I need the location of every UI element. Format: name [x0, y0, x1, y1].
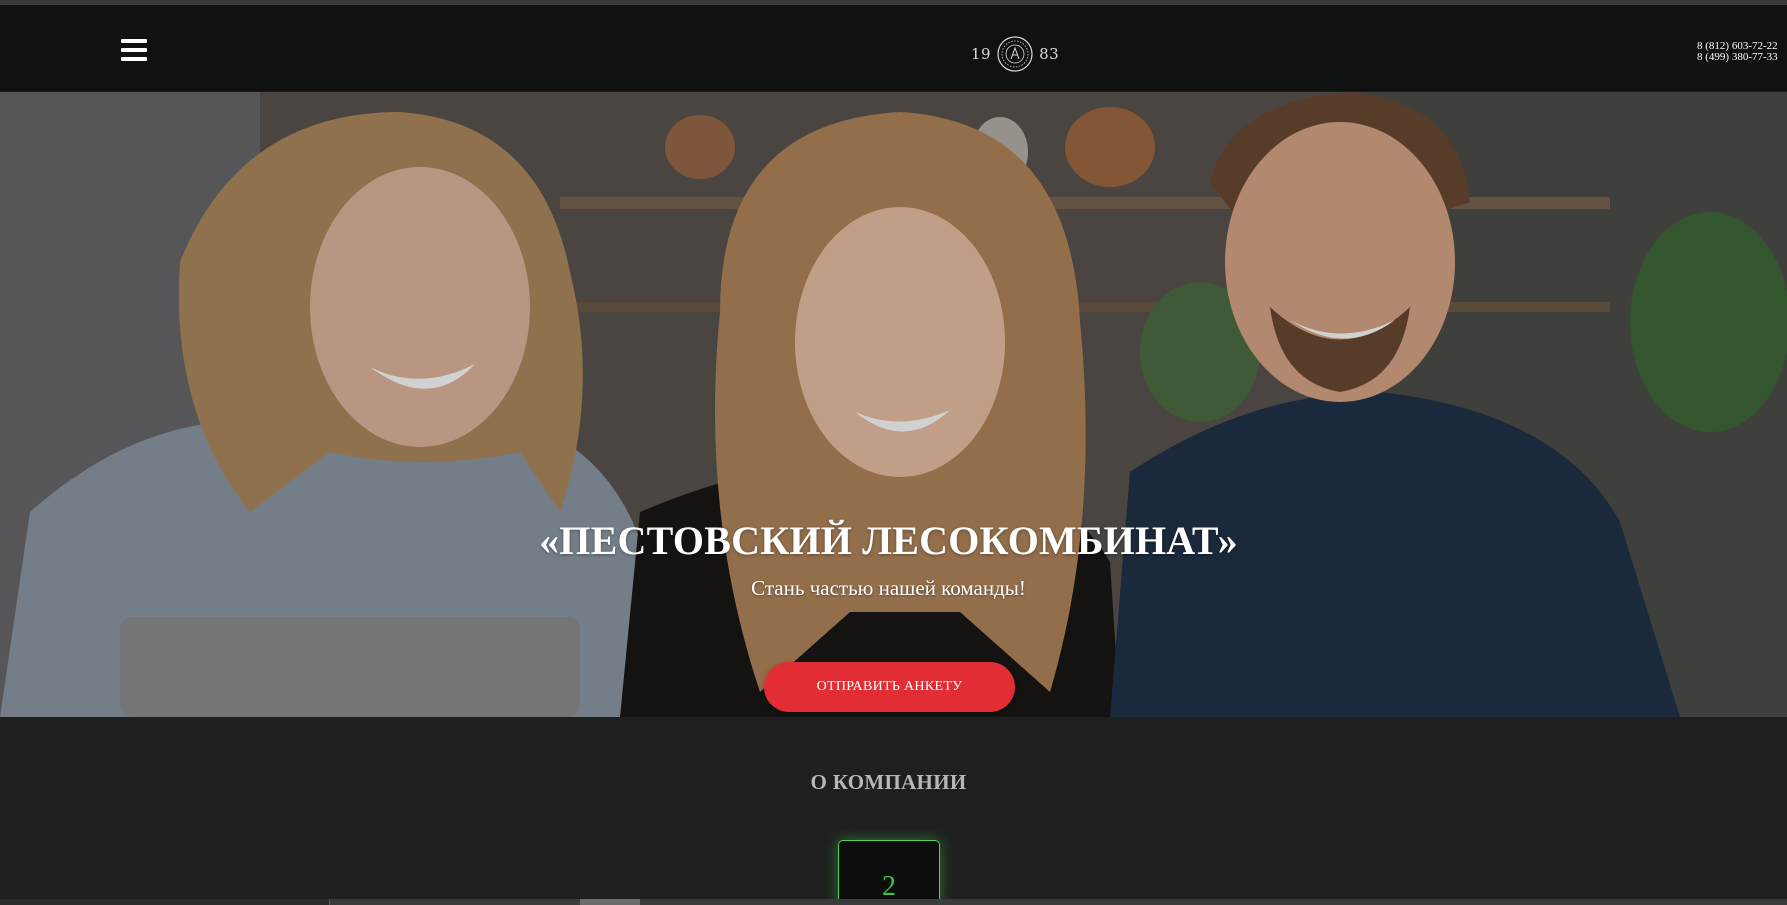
site-header: 19 83 8 (812) 603-72-22 8 (499) 380-77-3…: [0, 5, 1787, 92]
hero-overlay: [0, 92, 1787, 717]
contact-phones: 8 (812) 603-72-22 8 (499) 380-77-33: [1697, 41, 1787, 63]
about-title: О КОМПАНИИ: [810, 770, 967, 794]
hero-title: «ПЕСТОВСКИЙ ЛЕСОКОМБИНАТ»: [539, 518, 1238, 563]
menu-bar-middle: [121, 48, 147, 52]
menu-bar-bottom: [121, 57, 147, 61]
phone-msk[interactable]: 8 (499) 380-77-33: [1697, 52, 1787, 63]
hero-banner: «ПЕСТОВСКИЙ ЛЕСОКОМБИНАТ» Стань частью н…: [0, 92, 1787, 717]
hamburger-menu-icon[interactable]: [118, 37, 150, 65]
scrollbar-track-segment: [0, 899, 330, 905]
logo-year-left: 19: [971, 45, 992, 63]
horizontal-scrollbar[interactable]: [0, 899, 1787, 905]
send-application-button[interactable]: ОТПРАВИТЬ АНКЕТУ: [764, 662, 1015, 712]
about-section: О КОМПАНИИ 2: [0, 717, 1787, 905]
site-logo[interactable]: 19 83: [971, 32, 1059, 76]
menu-bar-top: [121, 39, 147, 43]
scrollbar-thumb[interactable]: [580, 899, 640, 905]
hero-subtitle: Стань частью нашей команды!: [751, 576, 1026, 600]
stat-card: 2: [838, 840, 940, 905]
company-seal-icon: [997, 36, 1033, 72]
logo-year-right: 83: [1039, 45, 1060, 63]
